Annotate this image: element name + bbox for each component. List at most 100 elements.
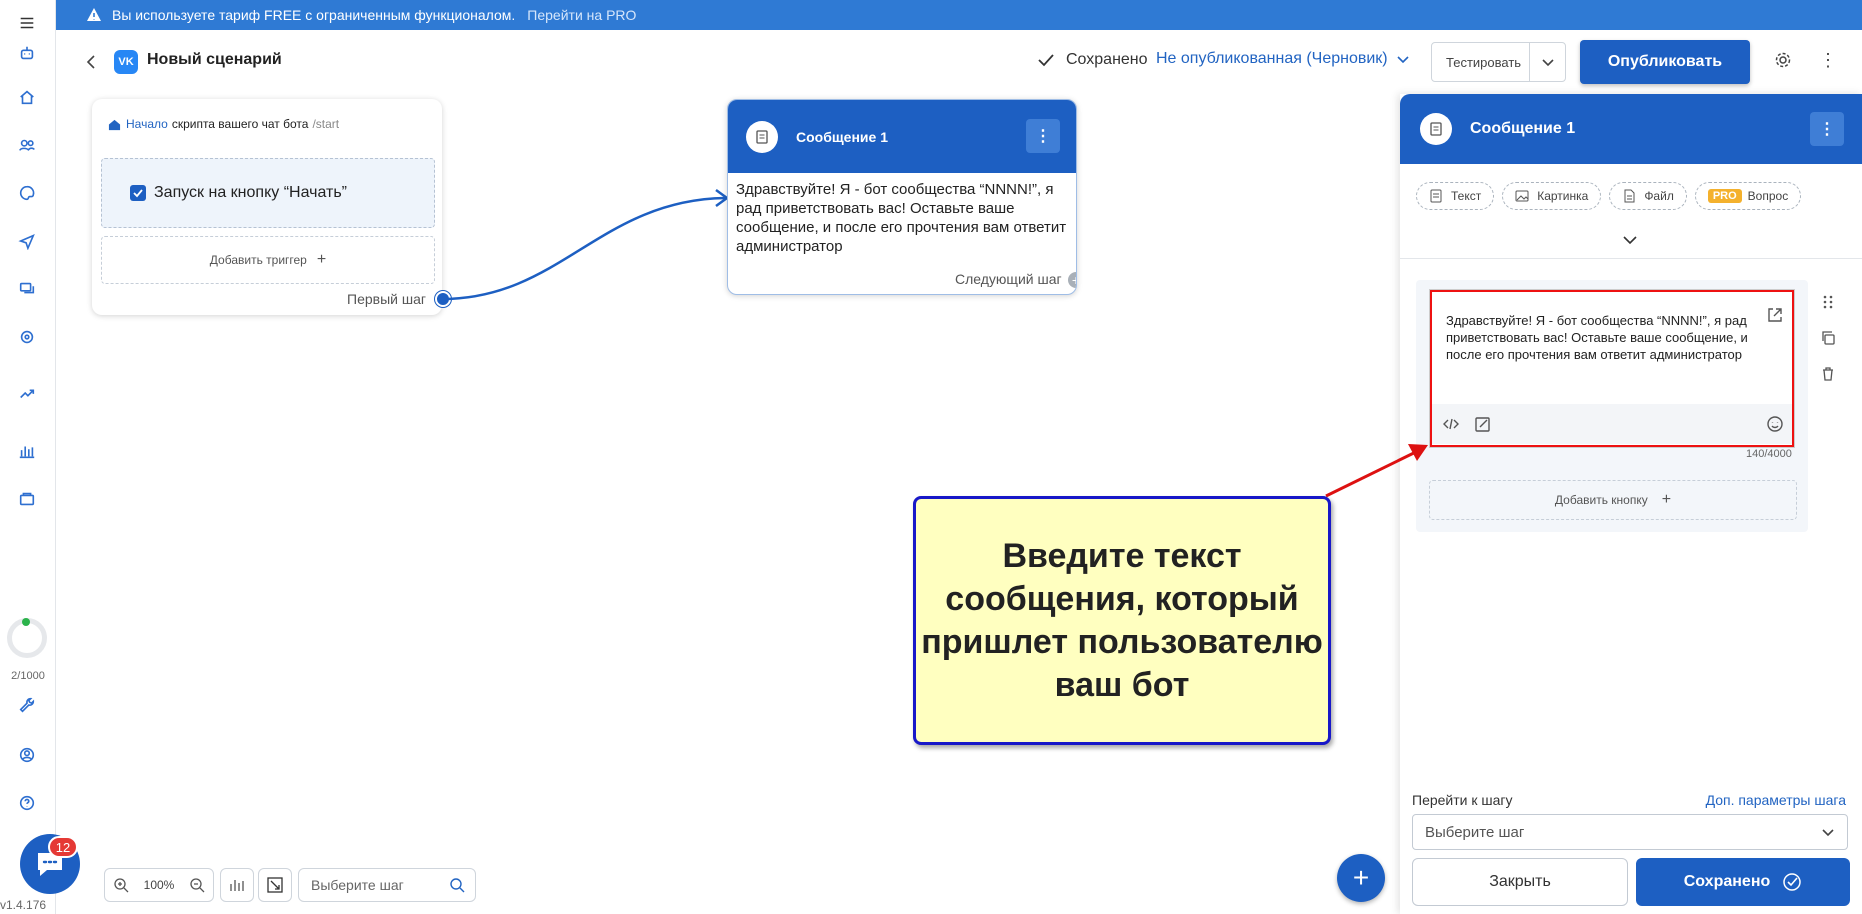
menu-icon[interactable] <box>14 10 40 36</box>
trigger-checkbox[interactable] <box>130 185 146 201</box>
wrench-icon[interactable] <box>14 692 40 718</box>
save-button[interactable]: Сохранено <box>1636 858 1850 906</box>
trash-icon[interactable] <box>1820 366 1836 382</box>
drag-handle-icon[interactable] <box>1820 294 1836 310</box>
extra-params-link[interactable]: Доп. параметры шага <box>1706 792 1846 808</box>
step-search-placeholder: Выберите шаг <box>311 877 404 893</box>
account-icon[interactable] <box>14 742 40 768</box>
message-editor-panel: Сообщение 1 ⋮ Текст Картинка Файл PRO Воп… <box>1400 94 1862 914</box>
message-textarea[interactable]: Здравствуйте! Я - бот сообщества “NNNN!”… <box>1446 312 1756 363</box>
connection-line <box>441 188 730 301</box>
message-node-text: Здравствуйте! Я - бот сообщества “NNNN!”… <box>736 181 1067 255</box>
message-node-title: Сообщение 1 <box>796 128 888 145</box>
users-icon[interactable] <box>14 132 40 158</box>
test-button[interactable]: Тестировать <box>1431 42 1566 82</box>
help-icon[interactable] <box>14 790 40 816</box>
add-trigger-button[interactable]: Добавить триггер + <box>101 236 435 284</box>
panel-header: Сообщение 1 ⋮ <box>1400 94 1862 164</box>
add-next-step-icon[interactable]: + <box>1068 272 1076 288</box>
test-dropdown-chevron-icon[interactable] <box>1530 55 1565 69</box>
chevron-down-icon <box>1822 829 1834 837</box>
check-icon <box>1038 54 1054 67</box>
publish-button[interactable]: Опубликовать <box>1580 40 1750 84</box>
left-sidebar: 2/1000 <box>0 0 56 914</box>
publish-status-label: Не опубликованная (Черновик) <box>1156 50 1388 67</box>
stats-icon[interactable] <box>14 438 40 464</box>
trigger-item[interactable]: Запуск на кнопку “Начать” <box>101 158 435 228</box>
goto-step-placeholder: Выберите шаг <box>1425 823 1525 841</box>
integrations-icon[interactable] <box>14 324 40 350</box>
save-button-label: Сохранено <box>1683 873 1771 890</box>
chip-text-label: Текст <box>1451 189 1482 203</box>
chip-file-label: Файл <box>1644 189 1674 203</box>
send-icon[interactable] <box>14 228 40 254</box>
publish-status-dropdown[interactable]: Не опубликованная (Черновик) <box>1156 50 1410 68</box>
editor-header: VK Новый сценарий Сохранено Не опубликов… <box>56 30 1862 94</box>
callout-arrow <box>1325 444 1428 498</box>
text-icon <box>1430 189 1442 203</box>
copy-icon[interactable] <box>1820 330 1836 346</box>
search-icon <box>450 878 465 893</box>
map-view-button[interactable] <box>220 868 254 902</box>
start-title-text: скрипта вашего чат бота <box>171 117 309 131</box>
trigger-label: Запуск на кнопку “Начать” <box>154 184 347 201</box>
message-text-editor[interactable]: Здравствуйте! Я - бот сообщества “NNNN!”… <box>1430 290 1794 447</box>
message-node[interactable]: Сообщение 1 ⋮ Здравствуйте! Я - бот сооб… <box>727 99 1077 295</box>
start-node-title: Начало скрипта вашего чат бота /start <box>108 117 339 131</box>
chart-icon <box>230 880 244 891</box>
chip-image[interactable]: Картинка <box>1502 182 1602 210</box>
plan-banner: Вы используете тариф FREE с ограниченным… <box>56 0 1862 30</box>
home-icon[interactable] <box>14 84 40 110</box>
node-menu-icon[interactable]: ⋮ <box>1026 119 1060 153</box>
scenario-title[interactable]: Новый сценарий <box>147 51 282 69</box>
code-icon[interactable] <box>1442 415 1460 433</box>
close-button[interactable]: Закрыть <box>1412 858 1628 906</box>
palette-icon[interactable] <box>14 180 40 206</box>
upgrade-link[interactable]: Перейти на PRO <box>527 7 636 23</box>
usage-counter: 2/1000 <box>11 670 45 682</box>
bot-icon[interactable] <box>14 40 40 66</box>
chat-icon[interactable] <box>14 276 40 302</box>
add-trigger-label: Добавить триггер <box>209 253 307 267</box>
editor-toolbar <box>1432 404 1792 444</box>
fit-icon <box>267 877 283 893</box>
add-step-button[interactable]: + <box>1337 854 1385 902</box>
emoji-icon[interactable] <box>1766 415 1784 433</box>
chip-text[interactable]: Текст <box>1416 182 1495 210</box>
more-options-icon[interactable]: ⋮ <box>1818 50 1838 70</box>
save-status: Сохранено <box>1036 50 1148 70</box>
pro-badge: PRO <box>1707 189 1742 203</box>
trend-icon[interactable] <box>14 380 40 406</box>
back-icon[interactable] <box>82 52 102 72</box>
expand-chevron-icon[interactable] <box>1622 232 1638 248</box>
image-icon <box>1515 190 1529 202</box>
chip-question-label: Вопрос <box>1747 189 1789 203</box>
chip-question[interactable]: PRO Вопрос <box>1694 182 1802 210</box>
start-link: Начало <box>126 117 168 131</box>
zoom-in-icon[interactable] <box>113 877 129 893</box>
chip-file[interactable]: Файл <box>1609 182 1687 210</box>
plus-icon: + <box>1661 491 1672 508</box>
test-button-label: Тестировать <box>1432 43 1530 81</box>
content-type-chips: Текст Картинка Файл PRO Вопрос <box>1416 182 1802 210</box>
folder-icon[interactable] <box>14 486 40 512</box>
vk-logo-icon: VK <box>114 50 138 74</box>
zoom-out-icon[interactable] <box>189 877 205 893</box>
goto-step-select[interactable]: Выберите шаг <box>1412 814 1848 850</box>
chat-unread-badge: 12 <box>48 836 78 858</box>
instruction-callout: Введите текст сообщения, который пришлет… <box>913 496 1331 745</box>
chevron-down-icon <box>1397 56 1409 64</box>
start-path: /start <box>312 117 340 131</box>
first-step-label: Первый шаг <box>347 291 426 307</box>
warning-icon <box>87 8 101 21</box>
step-search-input[interactable]: Выберите шаг <box>298 868 476 902</box>
edit-icon[interactable] <box>1474 415 1492 433</box>
gear-icon[interactable] <box>1773 50 1793 70</box>
open-external-icon[interactable] <box>1766 306 1784 324</box>
add-button[interactable]: Добавить кнопку + <box>1429 480 1797 520</box>
fit-view-button[interactable] <box>258 868 292 902</box>
check-circle-icon <box>1783 873 1801 891</box>
file-icon <box>1624 189 1635 203</box>
panel-menu-icon[interactable]: ⋮ <box>1810 112 1844 146</box>
start-node[interactable]: Начало скрипта вашего чат бота /start За… <box>92 99 451 315</box>
